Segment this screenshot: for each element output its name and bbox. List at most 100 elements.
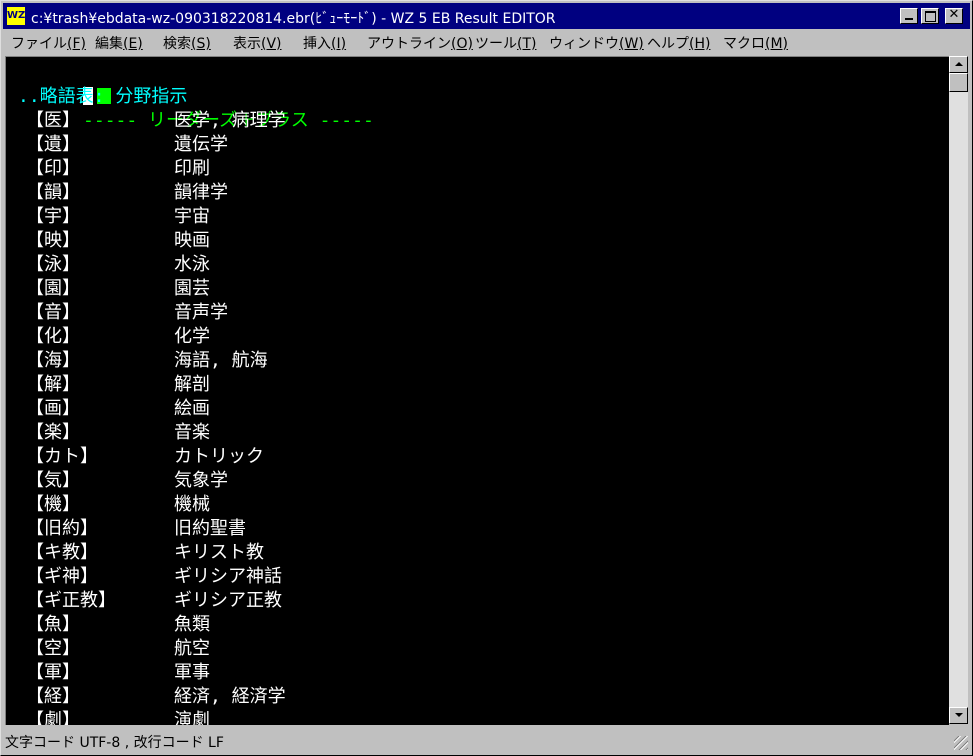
subheader-line: ..略語表: 分野指示 bbox=[18, 86, 188, 107]
close-icon: ✕ bbox=[948, 7, 960, 22]
menu-outline-key: (O) bbox=[451, 36, 473, 52]
abbreviation-meaning: 音楽 bbox=[174, 422, 210, 443]
abbreviation-code: 【カト】 bbox=[26, 446, 98, 467]
window-title: c:¥trash¥ebdata-wz-090318220814.ebr(ﾋﾞｭｰ… bbox=[31, 11, 556, 27]
app-window: WZ c:¥trash¥ebdata-wz-090318220814.ebr(ﾋ… bbox=[0, 0, 973, 756]
menu-tools-label: ツール bbox=[475, 36, 517, 52]
menu-file-label: ファイル bbox=[11, 36, 67, 52]
menu-file[interactable]: ファイル(F) bbox=[11, 33, 86, 53]
abbreviation-code: 【ギ正教】 bbox=[26, 590, 116, 611]
abbreviation-code: 【劇】 bbox=[26, 710, 80, 725]
app-icon[interactable]: WZ bbox=[7, 7, 25, 25]
abbreviation-meaning: 宇宙 bbox=[174, 206, 210, 227]
maximize-button[interactable] bbox=[921, 8, 939, 24]
abbreviation-meaning: ギリシア神話 bbox=[174, 566, 282, 587]
header-line: ----- リーダーズ＋プラス ----- bbox=[18, 61, 374, 131]
abbreviation-meaning: カトリック bbox=[174, 446, 264, 467]
abbreviation-code: 【映】 bbox=[26, 230, 80, 251]
status-bar: 文字コード UTF-8 , 改行コード LF bbox=[3, 728, 970, 752]
abbreviation-code: 【宇】 bbox=[26, 206, 80, 227]
abbreviation-code: 【印】 bbox=[26, 158, 80, 179]
editor-area[interactable]: ----- リーダーズ＋プラス ----- ..略語表: 分野指示 【医】 医学,… bbox=[5, 56, 949, 725]
menu-window[interactable]: ウィンドウ(W) bbox=[549, 33, 644, 53]
close-button[interactable]: ✕ bbox=[945, 7, 963, 24]
abbreviation-meaning: 魚類 bbox=[174, 614, 210, 635]
abbreviation-code: 【気】 bbox=[26, 470, 80, 491]
abbreviation-code: 【園】 bbox=[26, 278, 80, 299]
menu-tools-key: (T) bbox=[517, 36, 537, 52]
scroll-down-button[interactable] bbox=[949, 707, 968, 724]
abbreviation-code: 【海】 bbox=[26, 350, 80, 371]
menu-search[interactable]: 検索(S) bbox=[163, 33, 211, 53]
arrow-up-icon bbox=[955, 62, 963, 66]
abbreviation-meaning: 化学 bbox=[174, 326, 210, 347]
abbreviation-code: 【経】 bbox=[26, 686, 80, 707]
menu-outline[interactable]: アウトライン(O) bbox=[367, 33, 473, 53]
abbreviation-meaning: 絵画 bbox=[174, 398, 210, 419]
abbreviation-meaning: 航空 bbox=[174, 638, 210, 659]
scroll-thumb[interactable] bbox=[949, 73, 968, 92]
abbreviation-meaning: ギリシア正教 bbox=[174, 590, 282, 611]
abbreviation-meaning: 軍事 bbox=[174, 662, 210, 683]
scroll-up-button[interactable] bbox=[949, 56, 968, 73]
abbreviation-meaning: 海語, 航海 bbox=[174, 350, 268, 371]
abbreviation-code: 【軍】 bbox=[26, 662, 80, 683]
menu-insert[interactable]: 挿入(I) bbox=[303, 33, 346, 53]
menu-view-key: (V) bbox=[261, 36, 282, 52]
resize-grip-icon[interactable] bbox=[954, 736, 968, 750]
menu-macro-key: (M) bbox=[765, 36, 789, 52]
menu-edit-label: 編集 bbox=[95, 36, 123, 52]
abbreviation-meaning: 気象学 bbox=[174, 470, 228, 491]
menu-insert-label: 挿入 bbox=[303, 36, 331, 52]
menu-window-label: ウィンドウ bbox=[549, 36, 619, 52]
abbreviation-code: 【機】 bbox=[26, 494, 80, 515]
abbreviation-meaning: 韻律学 bbox=[174, 182, 228, 203]
abbreviation-code: 【魚】 bbox=[26, 614, 80, 635]
abbreviation-code: 【音】 bbox=[26, 302, 80, 323]
abbreviation-code: 【解】 bbox=[26, 374, 80, 395]
minimize-icon bbox=[905, 18, 913, 20]
abbreviation-meaning: 園芸 bbox=[174, 278, 210, 299]
abbreviation-meaning: 演劇 bbox=[174, 710, 210, 725]
menu-view[interactable]: 表示(V) bbox=[233, 33, 282, 53]
menu-outline-label: アウトライン bbox=[367, 36, 451, 52]
minimize-button[interactable] bbox=[900, 8, 918, 24]
abbreviation-meaning: キリスト教 bbox=[174, 542, 264, 563]
abbreviation-code: 【ギ神】 bbox=[26, 566, 98, 587]
menu-window-key: (W) bbox=[619, 36, 644, 52]
status-text: 文字コード UTF-8 , 改行コード LF bbox=[5, 735, 224, 751]
arrow-down-icon bbox=[955, 713, 963, 717]
abbreviation-meaning: 経済, 経済学 bbox=[174, 686, 286, 707]
abbreviation-code: 【空】 bbox=[26, 638, 80, 659]
menu-help-label: ヘルプ bbox=[647, 36, 689, 52]
abbreviation-code: 【泳】 bbox=[26, 254, 80, 275]
abbreviation-meaning: 水泳 bbox=[174, 254, 210, 275]
menu-macro-label: マクロ bbox=[723, 36, 765, 52]
menu-search-key: (S) bbox=[191, 36, 211, 52]
abbreviation-code: 【医】 bbox=[26, 110, 80, 131]
menu-help-key: (H) bbox=[689, 36, 711, 52]
abbreviation-meaning: 印刷 bbox=[174, 158, 210, 179]
menu-search-label: 検索 bbox=[163, 36, 191, 52]
abbreviation-code: 【韻】 bbox=[26, 182, 80, 203]
menu-macro[interactable]: マクロ(M) bbox=[723, 33, 788, 53]
menu-view-label: 表示 bbox=[233, 36, 261, 52]
abbreviation-meaning: 旧約聖書 bbox=[174, 518, 246, 539]
menu-help[interactable]: ヘルプ(H) bbox=[647, 33, 710, 53]
abbreviation-meaning: 遺伝学 bbox=[174, 134, 228, 155]
menu-edit-key: (E) bbox=[123, 36, 143, 52]
menu-edit[interactable]: 編集(E) bbox=[95, 33, 143, 53]
abbreviation-code: 【楽】 bbox=[26, 422, 80, 443]
abbreviation-code: 【キ教】 bbox=[26, 542, 98, 563]
abbreviation-code: 【旧約】 bbox=[26, 518, 98, 539]
abbreviation-code: 【画】 bbox=[26, 398, 80, 419]
menu-tools[interactable]: ツール(T) bbox=[475, 33, 536, 53]
title-bar[interactable]: WZ c:¥trash¥ebdata-wz-090318220814.ebr(ﾋ… bbox=[3, 3, 970, 29]
menu-insert-key: (I) bbox=[331, 36, 347, 52]
vertical-scrollbar[interactable] bbox=[949, 56, 968, 724]
menu-file-key: (F) bbox=[67, 36, 86, 52]
abbreviation-meaning: 医学, 病理学 bbox=[174, 110, 286, 131]
menu-bar: ファイル(F) 編集(E) 検索(S) 表示(V) 挿入(I) アウトライン(O… bbox=[3, 30, 970, 54]
abbreviation-meaning: 解剖 bbox=[174, 374, 210, 395]
abbreviation-code: 【遺】 bbox=[26, 134, 80, 155]
